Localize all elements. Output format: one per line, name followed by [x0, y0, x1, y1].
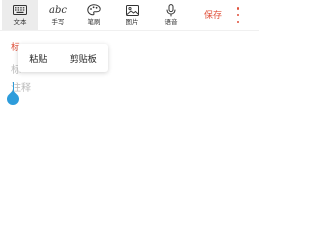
paste-context-menu: 粘贴 剪贴板 — [18, 44, 108, 72]
more-dot — [236, 7, 240, 10]
paste-button[interactable]: 粘贴 — [29, 52, 47, 65]
keyboard-icon — [13, 2, 27, 18]
tool-handwriting[interactable]: abc 手写 — [40, 0, 76, 30]
abc-text: abc — [49, 4, 67, 16]
more-dot — [236, 20, 240, 23]
tool-voice[interactable]: 语音 — [153, 0, 189, 30]
image-icon — [125, 2, 139, 18]
microphone-icon — [166, 2, 176, 18]
editor-toolbar: 文本 abc 手写 笔刷 图片 语音 保存 — [0, 0, 259, 30]
more-dot — [236, 13, 240, 17]
tool-voice-label: 语音 — [164, 18, 178, 26]
tool-image[interactable]: 图片 — [114, 0, 150, 30]
more-options-icon[interactable] — [234, 7, 242, 23]
tool-brush-label: 笔刷 — [87, 18, 101, 26]
tool-text-label: 文本 — [13, 18, 27, 26]
abc-handwriting-icon: abc — [49, 2, 67, 18]
clipboard-button[interactable]: 剪贴板 — [70, 52, 97, 65]
tool-handwriting-label: 手写 — [51, 18, 65, 26]
tool-brush[interactable]: 笔刷 — [76, 0, 112, 30]
save-button[interactable]: 保存 — [204, 8, 222, 21]
tool-image-label: 图片 — [125, 18, 139, 26]
palette-icon — [87, 2, 101, 18]
tool-text[interactable]: 文本 — [2, 0, 38, 30]
